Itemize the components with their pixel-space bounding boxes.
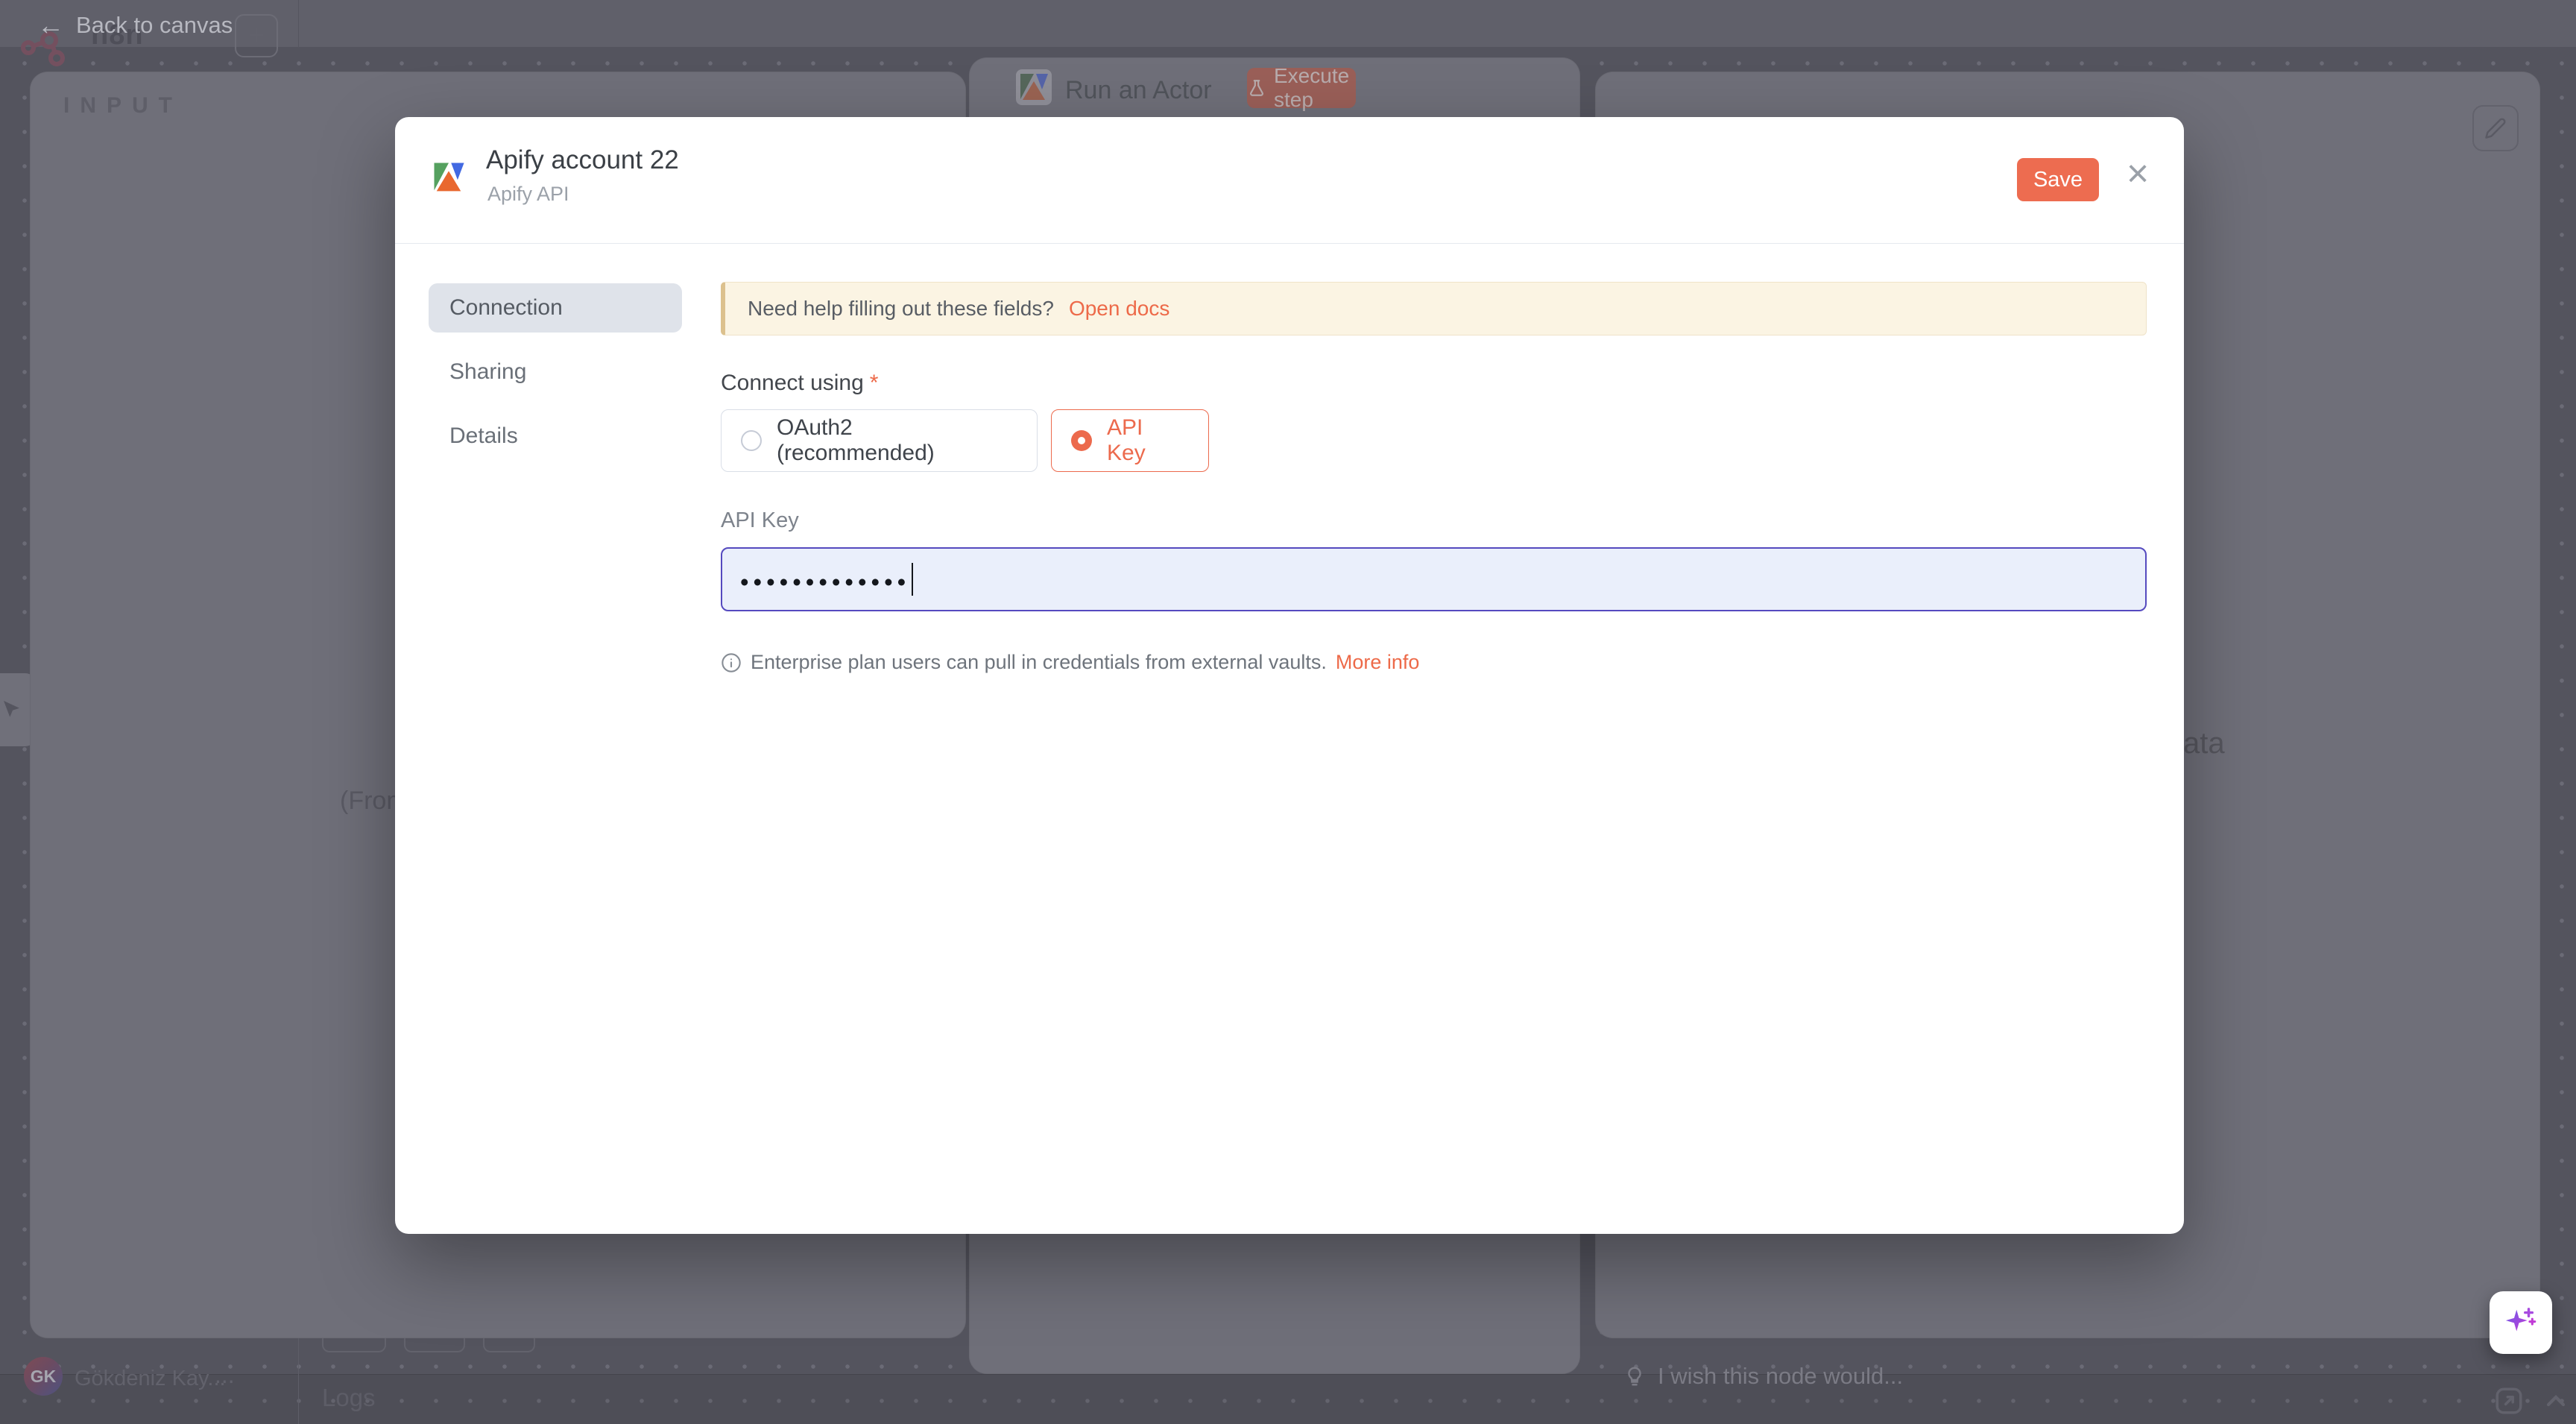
info-icon bbox=[721, 652, 742, 673]
api-key-masked-value: ••••••••••••• bbox=[740, 565, 910, 594]
radio-oauth2[interactable]: OAuth2 (recommended) bbox=[721, 409, 1038, 472]
back-to-canvas-button[interactable]: ← Back to canvas bbox=[37, 12, 233, 39]
pencil-icon bbox=[2484, 117, 2507, 139]
radio-oauth2-label: OAuth2 (recommended) bbox=[777, 415, 1011, 466]
node-title: Run an Actor bbox=[1065, 76, 1212, 105]
top-bar bbox=[0, 0, 2576, 48]
radio-api-key-label: API Key bbox=[1107, 415, 1183, 466]
input-panel-title: INPUT bbox=[63, 93, 183, 119]
open-docs-link[interactable]: Open docs bbox=[1069, 297, 1169, 321]
execute-step-label: Execute step bbox=[1274, 64, 1356, 112]
apify-node-icon bbox=[1016, 69, 1052, 105]
ai-assistant-button[interactable] bbox=[2490, 1291, 2552, 1354]
logs-divider bbox=[298, 1338, 299, 1424]
edit-output-button[interactable] bbox=[2472, 105, 2519, 151]
radio-off-icon bbox=[741, 430, 762, 451]
lightbulb-icon bbox=[1623, 1365, 1646, 1387]
radio-on-icon bbox=[1071, 430, 1092, 451]
avatar[interactable]: GK bbox=[24, 1357, 63, 1396]
docs-banner-text: Need help filling out these fields? bbox=[748, 297, 1054, 321]
execute-step-button[interactable]: Execute step bbox=[1247, 68, 1356, 108]
required-asterisk: * bbox=[870, 371, 879, 395]
vault-footnote: Enterprise plan users can pull in creden… bbox=[721, 651, 1419, 674]
node-feedback-prompt[interactable]: I wish this node would... bbox=[1623, 1363, 1903, 1390]
screen: n8n + INPUT (From Run an Actor bbox=[0, 0, 2576, 1424]
docs-banner: Need help filling out these fields? Open… bbox=[721, 282, 2147, 335]
canvas-bottom-strip bbox=[0, 1374, 2576, 1424]
logs-title: Logs bbox=[322, 1384, 376, 1412]
sparkles-icon bbox=[2504, 1305, 2538, 1340]
open-external-button[interactable] bbox=[2493, 1385, 2525, 1417]
credential-modal: Apify account 22 Apify API Save × Connec… bbox=[395, 117, 2184, 1234]
tab-connection[interactable]: Connection bbox=[429, 283, 682, 333]
output-text-fragment: ata bbox=[2183, 727, 2225, 760]
arrow-left-icon: ← bbox=[37, 12, 64, 39]
topbar-divider bbox=[298, 0, 299, 48]
modal-side-tabs: Connection Sharing Details bbox=[429, 283, 682, 476]
flask-icon bbox=[1247, 78, 1266, 98]
back-to-canvas-label: Back to canvas bbox=[76, 12, 233, 39]
apify-logo-icon bbox=[429, 158, 468, 197]
node-feedback-placeholder: I wish this node would... bbox=[1658, 1363, 1903, 1390]
modal-title: Apify account 22 bbox=[486, 145, 679, 175]
connect-using-label: Connect using* bbox=[721, 371, 878, 396]
mouse-pointer-icon bbox=[0, 696, 26, 723]
modal-subtitle: Apify API bbox=[487, 183, 569, 206]
api-key-input[interactable]: ••••••••••••• bbox=[721, 547, 2147, 611]
collapse-panel-button[interactable] bbox=[2541, 1386, 2571, 1416]
add-workflow-button[interactable]: + bbox=[235, 14, 278, 57]
node-panel-header: Run an Actor Execute step bbox=[970, 58, 1579, 118]
vault-footnote-text: Enterprise plan users can pull in creden… bbox=[751, 651, 1327, 674]
modal-content: Need help filling out these fields? Open… bbox=[721, 117, 2147, 1234]
text-caret bbox=[912, 563, 913, 596]
connect-method-options: OAuth2 (recommended) API Key bbox=[721, 409, 1209, 472]
tab-details[interactable]: Details bbox=[429, 412, 682, 461]
radio-api-key[interactable]: API Key bbox=[1051, 409, 1209, 472]
api-key-label: API Key bbox=[721, 508, 799, 533]
user-name: Gökdeniz Kay... bbox=[75, 1367, 226, 1391]
user-menu-ellipsis[interactable]: ... bbox=[215, 1361, 235, 1389]
more-info-link[interactable]: More info bbox=[1336, 651, 1420, 674]
tab-sharing[interactable]: Sharing bbox=[429, 347, 682, 397]
